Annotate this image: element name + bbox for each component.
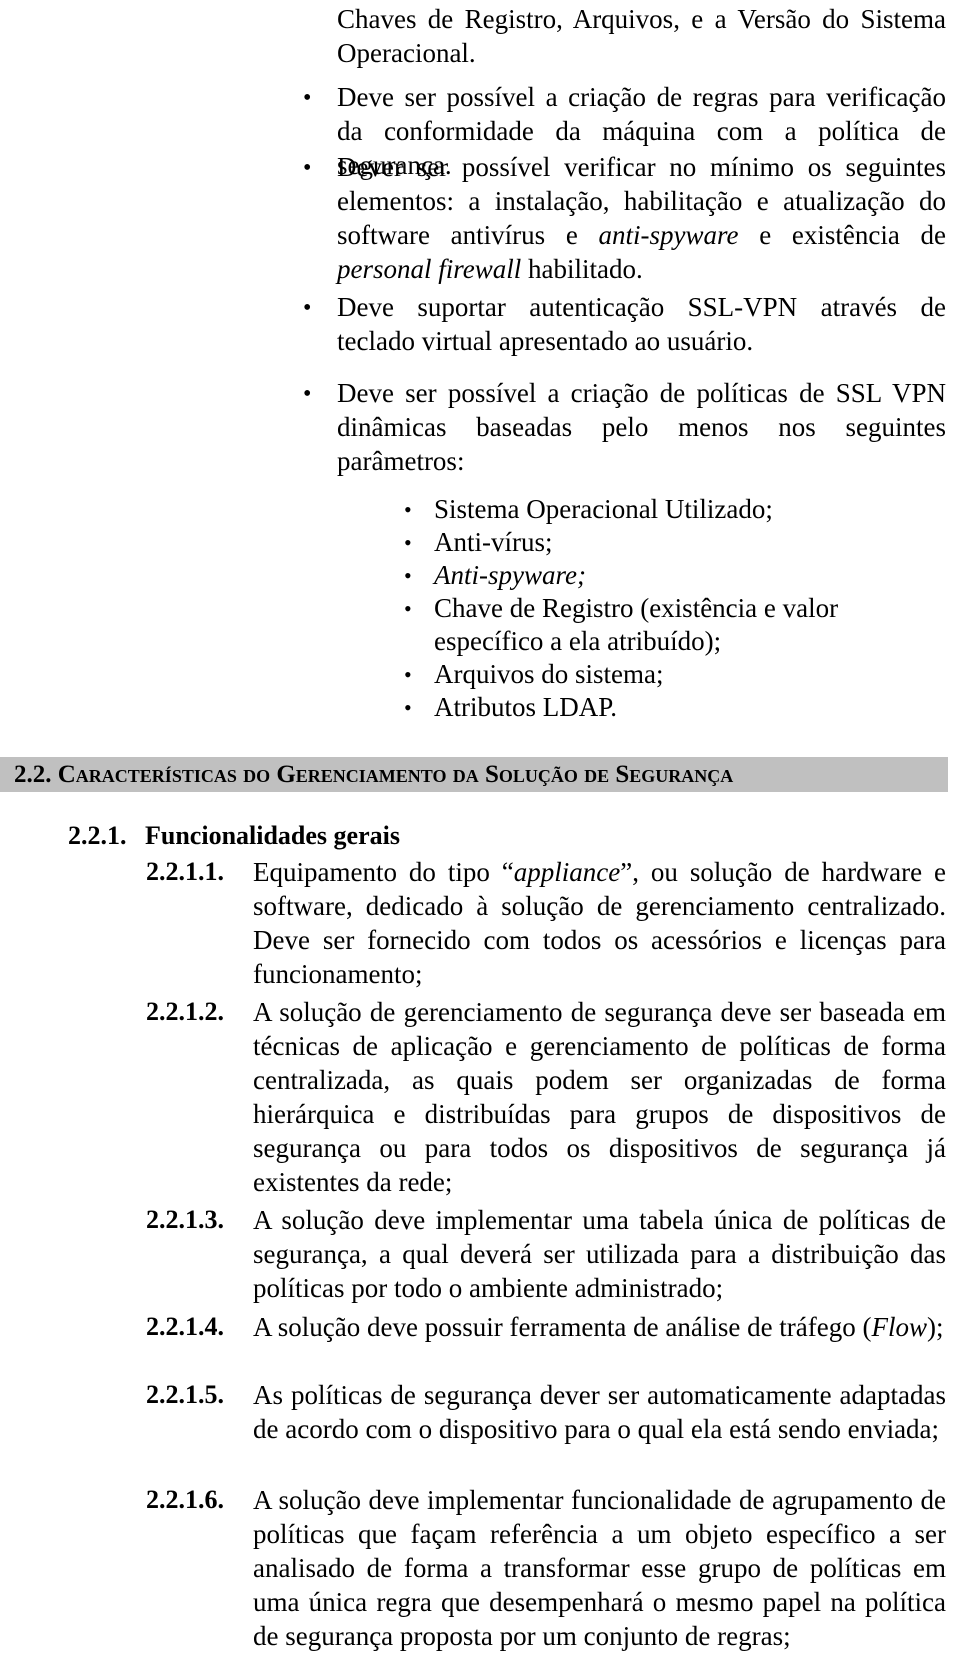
clause-body: Equipamento do tipo “appliance”, ou solu… [253, 857, 946, 989]
bullet-marker-icon: • [303, 85, 312, 111]
clause-number: 2.2.1.5. [146, 1380, 224, 1409]
bullet-marker-icon: • [404, 530, 412, 555]
subbullet-text: Anti-spyware; [434, 560, 586, 590]
clause-body: A solução deve possuir ferramenta de aná… [253, 1312, 944, 1342]
bullet-text: Deve suportar autenticação SSL-VPN atrav… [337, 292, 946, 356]
clause-number: 2.2.1.2. [146, 997, 224, 1026]
bullet-marker-icon: • [404, 596, 412, 621]
clause-number: 2.2.1.4. [146, 1312, 224, 1341]
bullet-marker-icon: • [404, 662, 412, 687]
clause-2-2-1-6: 2.2.1.6. A solução deve implementar func… [146, 1483, 946, 1653]
section-heading-2-2: 2.2. Características do Gerenciamento da… [14, 757, 948, 792]
bullet-sslvpn-teclado-virtual: • Deve suportar autenticação SSL-VPN atr… [303, 290, 946, 358]
bullet-marker-icon: • [303, 381, 312, 407]
document-page: Chaves de Registro, Arquivos, e a Versão… [0, 0, 960, 1651]
clause-body: A solução deve implementar funcionalidad… [253, 1485, 946, 1651]
clause-number: 2.2.1.1. [146, 857, 224, 886]
subbullet-atributos-ldap: • Atributos LDAP. [404, 691, 946, 724]
subbullet-text: Arquivos do sistema; [434, 659, 664, 689]
clause-body: A solução de gerenciamento de segurança … [253, 997, 946, 1197]
bullet-verificar-elementos: • Dever ser possível verificar no mínimo… [303, 150, 946, 286]
subbullet-text: Anti-vírus; [434, 527, 553, 557]
subbullet-text: Sistema Operacional Utilizado; [434, 494, 773, 524]
bullet-marker-icon: • [404, 695, 412, 720]
subbullet-anti-virus: • Anti-vírus; [404, 526, 946, 559]
bullet-marker-icon: • [303, 155, 312, 181]
bullet-politicas-sslvpn-dinamicas: • Deve ser possível a criação de polític… [303, 376, 946, 478]
subsection-heading-title: Funcionalidades gerais [145, 821, 400, 850]
subsection-heading-number: 2.2.1. [68, 821, 127, 850]
clause-2-2-1-3: 2.2.1.3. A solução deve implementar uma … [146, 1203, 946, 1305]
subbullet-anti-spyware: • Anti-spyware; [404, 559, 946, 592]
subbullet-text: Chave de Registro (existência e valor es… [434, 593, 839, 656]
clause-2-2-1-5: 2.2.1.5. As políticas de segurança dever… [146, 1378, 946, 1446]
bullet-marker-icon: • [404, 563, 412, 588]
bullet-text: Deve ser possível a criação de políticas… [337, 378, 946, 476]
subbullet-arquivos-sistema: • Arquivos do sistema; [404, 658, 946, 691]
bullet-marker-icon: • [303, 295, 312, 321]
subbullet-sistema-operacional: • Sistema Operacional Utilizado; [404, 493, 946, 526]
section-heading-2-2-1: 2.2.1. Funcionalidades gerais [68, 820, 400, 852]
bullet-marker-icon: • [404, 497, 412, 522]
clause-number: 2.2.1.6. [146, 1485, 224, 1514]
section-heading-number: 2.2. [14, 761, 52, 788]
clause-2-2-1-4: 2.2.1.4. A solução deve possuir ferramen… [146, 1310, 946, 1344]
continuation-paragraph-text: Chaves de Registro, Arquivos, e a Versão… [337, 4, 946, 68]
section-heading-title: Características do Gerenciamento da Solu… [57, 761, 734, 788]
bullet-text: Dever ser possível verificar no mínimo o… [337, 152, 946, 284]
subbullet-text: Atributos LDAP. [434, 692, 618, 722]
subbullet-chave-registro: • Chave de Registro (existência e valor … [404, 592, 946, 658]
clause-body: As políticas de segurança dever ser auto… [253, 1380, 946, 1444]
clause-body: A solução deve implementar uma tabela ún… [253, 1205, 946, 1303]
clause-number: 2.2.1.3. [146, 1205, 224, 1234]
clause-2-2-1-2: 2.2.1.2. A solução de gerenciamento de s… [146, 995, 946, 1199]
continuation-paragraph: Chaves de Registro, Arquivos, e a Versão… [337, 2, 946, 70]
clause-2-2-1-1: 2.2.1.1. Equipamento do tipo “appliance”… [146, 855, 946, 991]
